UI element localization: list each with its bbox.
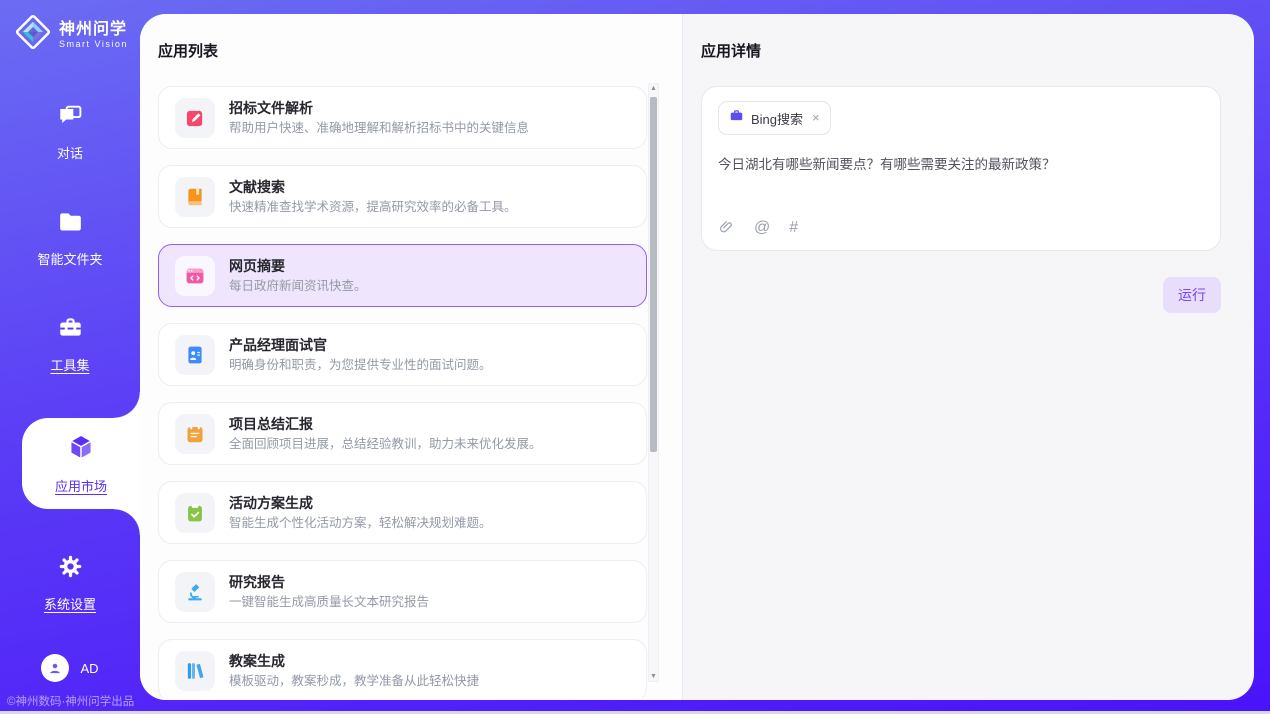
logo: 神州问学 Smart Vision <box>0 0 140 56</box>
sidebar-item-cube[interactable]: 应用市场 <box>22 418 140 509</box>
folder-icon <box>57 208 84 240</box>
hash-icon[interactable]: # <box>789 220 798 236</box>
app-card-title: 项目总结汇报 <box>229 417 542 432</box>
app-detail-title: 应用详情 <box>701 40 1254 61</box>
query-text[interactable]: 今日湖北有哪些新闻要点？有哪些需要关注的最新政策？ <box>718 153 1204 219</box>
app-card-desc: 智能生成个性化活动方案，轻松解决规划难题。 <box>229 516 492 530</box>
app-card-title: 招标文件解析 <box>229 101 529 116</box>
tool-chip[interactable]: Bing搜索 × <box>718 101 831 135</box>
chat-icon <box>57 102 84 134</box>
scroll-up-icon[interactable] <box>649 85 658 92</box>
copyright: ©神州数码·神州问学出品 <box>7 693 134 709</box>
sidebar-item-gear[interactable]: 系统设置 <box>0 551 140 615</box>
at-icon[interactable]: @ <box>754 220 770 236</box>
user-row[interactable]: AD <box>0 654 140 682</box>
app-card-title: 产品经理面试官 <box>229 338 492 353</box>
gear-icon <box>57 553 84 585</box>
cube-icon <box>66 432 96 467</box>
app-list-title: 应用列表 <box>158 40 682 61</box>
app-card[interactable]: 产品经理面试官 明确身份和职责，为您提供专业性的面试问题。 <box>158 323 647 386</box>
app-card[interactable]: 项目总结汇报 全面回顾项目进展，总结经验教训，助力未来优化发展。 <box>158 402 647 465</box>
tool-chip-label: Bing搜索 <box>751 109 803 128</box>
logo-title: 神州问学 <box>59 21 128 39</box>
app-card-desc: 帮助用户快速、准确地理解和解析招标书中的关键信息 <box>229 121 529 135</box>
paperclip-icon[interactable] <box>718 219 735 236</box>
app-detail-panel: 应用详情 Bing搜索 × 今日湖北有哪些新闻要点？有哪些需要关注的最新政策？ <box>683 14 1254 700</box>
notepad-icon <box>175 414 215 454</box>
scrollbar-thumb[interactable] <box>650 97 657 452</box>
app-card-desc: 一键智能生成高质量长文本研究报告 <box>229 595 429 609</box>
composer-toolbar: @ # <box>718 219 1204 236</box>
app-card-desc: 模板驱动，教案秒成，教学准备从此轻松快捷 <box>229 674 479 688</box>
chip-close-icon[interactable]: × <box>812 113 820 123</box>
run-row: 运行 <box>701 277 1221 313</box>
sidebar-item-folder[interactable]: 智能文件夹 <box>0 206 140 270</box>
user-name: AD <box>80 661 98 676</box>
content-card: 应用列表 招标文件解析 帮助用户快速、准确地理解和解析招标书中的关键信息 <box>140 14 1254 700</box>
resume-icon <box>175 335 215 375</box>
scroll-down-icon[interactable] <box>649 673 658 680</box>
app-list-panel: 应用列表 招标文件解析 帮助用户快速、准确地理解和解析招标书中的关键信息 <box>140 14 683 700</box>
app-card-title: 文献搜索 <box>229 180 517 195</box>
app-card-desc: 全面回顾项目进展，总结经验教训，助力未来优化发展。 <box>229 437 542 451</box>
composer-card: Bing搜索 × 今日湖北有哪些新闻要点？有哪些需要关注的最新政策？ @ # <box>701 86 1221 251</box>
app-card-desc: 快速精准查找学术资源，提高研究效率的必备工具。 <box>229 200 517 214</box>
browser-code-icon <box>175 256 215 296</box>
sidebar-item-label: 工具集 <box>50 355 89 374</box>
clipboard-check-icon <box>175 493 215 533</box>
app-card[interactable]: 研究报告 一键智能生成高质量长文本研究报告 <box>158 560 647 623</box>
app-card-title: 活动方案生成 <box>229 496 492 511</box>
logo-subtitle: Smart Vision <box>59 39 128 49</box>
sidebar-item-label: 应用市场 <box>55 476 107 495</box>
app-card-desc: 明确身份和职责，为您提供专业性的面试问题。 <box>229 358 492 372</box>
app-window: 神州问学 Smart Vision 对话 智能文件夹 工具集 <box>0 0 1270 714</box>
app-card-title: 研究报告 <box>229 575 429 590</box>
avatar[interactable] <box>41 654 69 682</box>
sidebar-item-chat[interactable]: 对话 <box>0 100 140 164</box>
app-card-list: 招标文件解析 帮助用户快速、准确地理解和解析招标书中的关键信息 文献搜索 快速精… <box>158 86 647 698</box>
app-card[interactable]: 教案生成 模板驱动，教案秒成，教学准备从此轻松快捷 <box>158 639 647 698</box>
person-icon <box>47 660 63 676</box>
sidebar-item-label: 智能文件夹 <box>37 249 102 268</box>
sidebar: 神州问学 Smart Vision 对话 智能文件夹 工具集 <box>0 0 140 714</box>
microscope-icon <box>175 572 215 612</box>
app-card-title: 网页摘要 <box>229 259 367 274</box>
logo-diamond-icon <box>14 13 52 56</box>
sidebar-item-toolbox[interactable]: 工具集 <box>0 312 140 376</box>
app-card[interactable]: 文献搜索 快速精准查找学术资源，提高研究效率的必备工具。 <box>158 165 647 228</box>
briefcase-icon <box>729 108 744 128</box>
app-card[interactable]: 网页摘要 每日政府新闻资讯快查。 <box>158 244 647 307</box>
app-card-desc: 每日政府新闻资讯快查。 <box>229 279 367 293</box>
app-card-title: 教案生成 <box>229 654 479 669</box>
scrollbar[interactable] <box>648 83 659 682</box>
app-card[interactable]: 招标文件解析 帮助用户快速、准确地理解和解析招标书中的关键信息 <box>158 86 647 149</box>
doc-edit-icon <box>175 98 215 138</box>
book-icon <box>175 177 215 217</box>
toolbox-icon <box>57 314 84 346</box>
app-card[interactable]: 活动方案生成 智能生成个性化活动方案，轻松解决规划难题。 <box>158 481 647 544</box>
books-icon <box>175 651 215 691</box>
run-button[interactable]: 运行 <box>1163 277 1221 313</box>
sidebar-item-label: 系统设置 <box>44 594 96 613</box>
sidebar-nav: 对话 智能文件夹 工具集 应用市场 <box>0 100 140 615</box>
sidebar-item-label: 对话 <box>57 143 83 162</box>
